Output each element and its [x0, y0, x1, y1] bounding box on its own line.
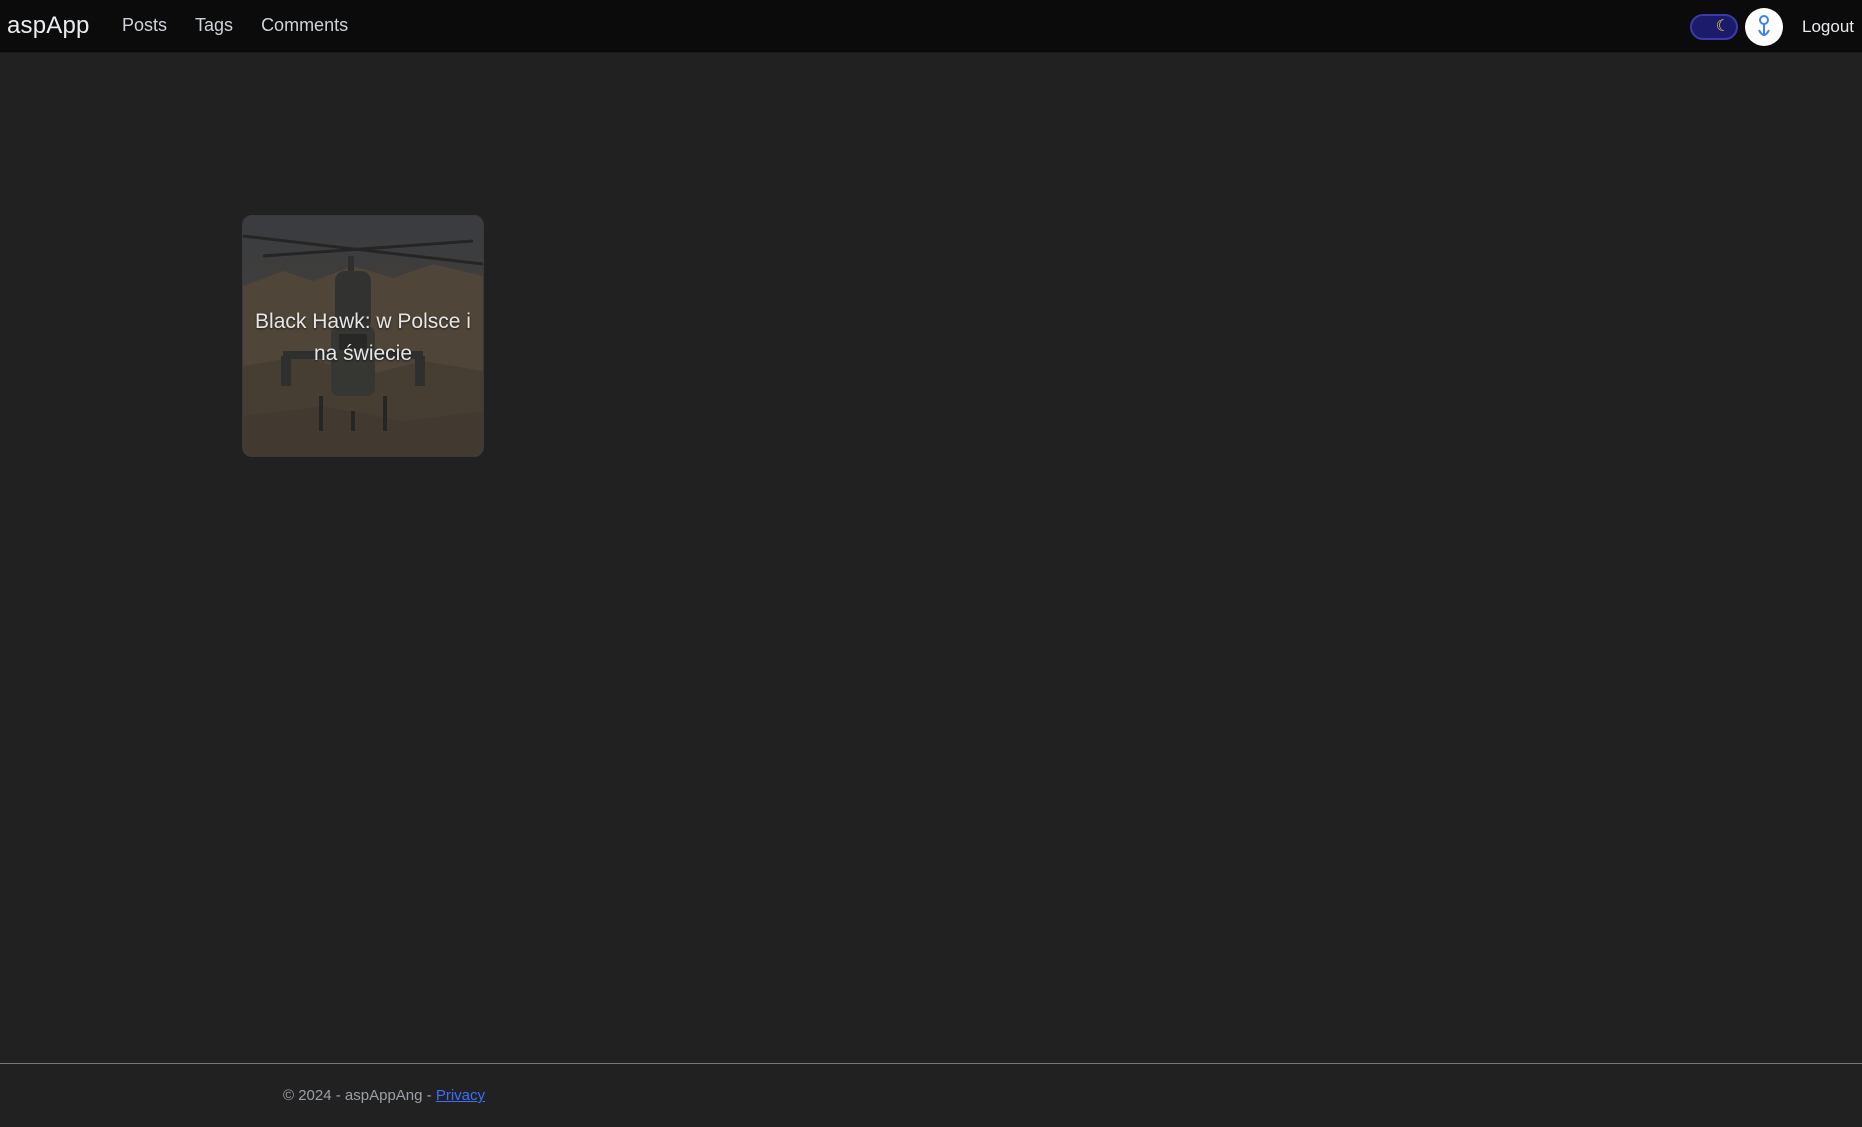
footer: © 2024 - aspAppAng - Privacy: [0, 1063, 1862, 1127]
copyright-text: © 2024 - aspAppAng -: [283, 1087, 436, 1104]
footer-text: © 2024 - aspAppAng - Privacy: [283, 1087, 485, 1104]
logout-link[interactable]: Logout: [1802, 17, 1854, 37]
avatar[interactable]: [1745, 8, 1783, 46]
theme-toggle[interactable]: ☾: [1690, 14, 1738, 40]
post-card[interactable]: Black Hawk: w Polsce i na świecie: [242, 215, 484, 457]
moon-icon: ☾: [1715, 18, 1730, 35]
post-title: Black Hawk: w Polsce i na świecie: [255, 310, 471, 365]
brand-link[interactable]: aspApp: [7, 12, 90, 40]
person-pin-icon: [1758, 15, 1770, 36]
nav-posts-link[interactable]: Posts: [122, 15, 167, 36]
main-nav: Posts Tags Comments: [122, 15, 376, 36]
nav-comments-link[interactable]: Comments: [261, 15, 348, 36]
nav-tags-link[interactable]: Tags: [195, 15, 233, 36]
privacy-link[interactable]: Privacy: [436, 1087, 485, 1104]
top-navbar: aspApp Posts Tags Comments ☾ Logout: [0, 0, 1862, 53]
